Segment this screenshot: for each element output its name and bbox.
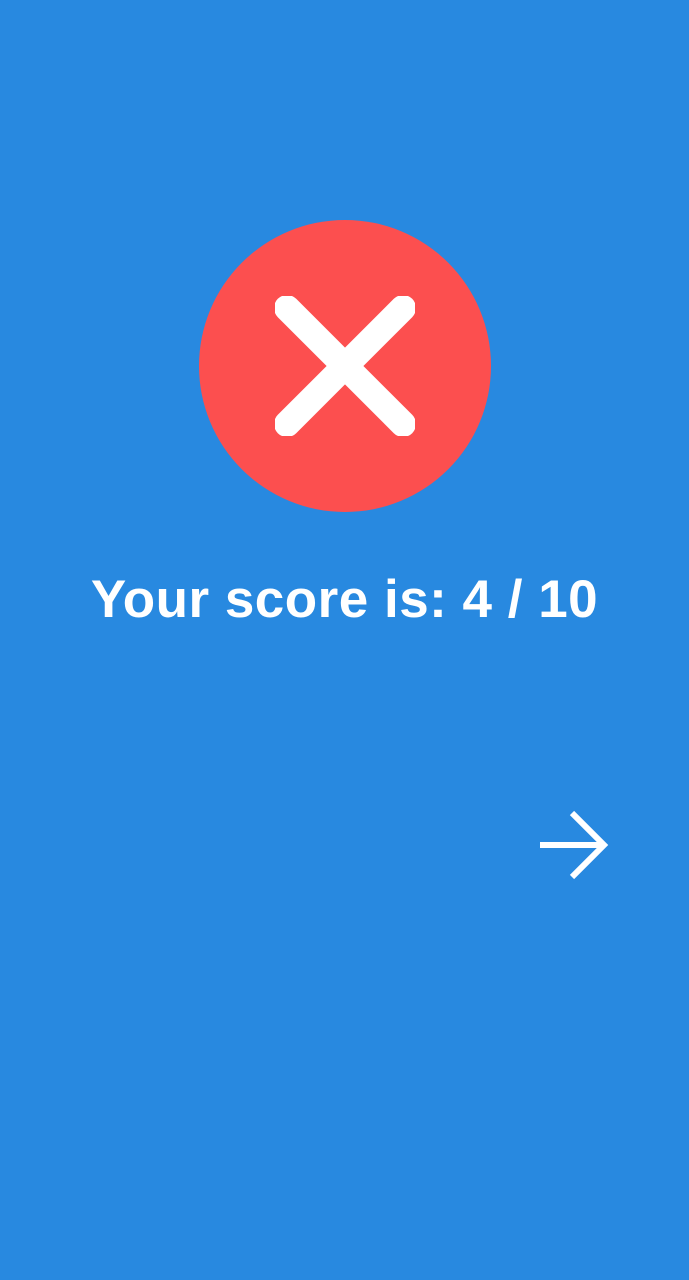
next-button[interactable] — [530, 803, 614, 887]
arrow-right-icon — [540, 810, 609, 880]
close-icon — [275, 296, 415, 436]
result-badge — [199, 220, 491, 512]
score-text: Your score is: 4 / 10 — [90, 570, 599, 629]
